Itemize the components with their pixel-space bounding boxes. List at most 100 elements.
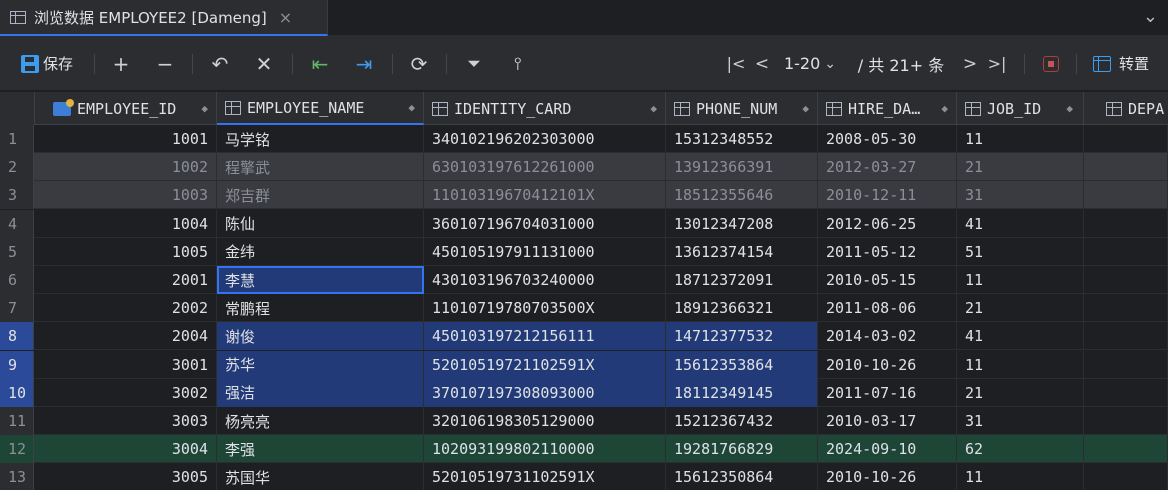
job-id-cell[interactable]: 31 bbox=[957, 181, 1084, 210]
phone-num-cell[interactable]: 13612374154 bbox=[666, 237, 818, 266]
phone-num-cell[interactable]: 13912366391 bbox=[666, 153, 818, 182]
hire-date-cell[interactable]: 2010-03-17 bbox=[818, 407, 957, 435]
table-row[interactable]: 13 3005 苏国华 52010519731102591X 15612350864 20… bbox=[0, 463, 1168, 490]
row-number[interactable]: 2 bbox=[0, 153, 34, 182]
hire-date-cell[interactable]: 2010-05-15 bbox=[818, 266, 957, 294]
row-number[interactable]: 5 bbox=[0, 237, 34, 266]
table-row[interactable]: 2 1002 程擎武 630103197612261000 13912366391 201… bbox=[0, 153, 1168, 182]
employee-id-cell[interactable]: 3001 bbox=[35, 350, 217, 379]
employee-id-cell[interactable]: 3003 bbox=[35, 407, 217, 435]
job-id-cell[interactable]: 31 bbox=[957, 407, 1084, 435]
first-page-button[interactable]: |< bbox=[726, 36, 746, 91]
job-id-cell[interactable]: 11 bbox=[957, 125, 1084, 153]
row-number[interactable]: 12 bbox=[0, 435, 34, 464]
employee-name-cell[interactable]: 金纬 bbox=[217, 237, 424, 266]
column-header-employee-name[interactable]: EMPLOYEE_NAME ◆ bbox=[217, 92, 424, 125]
phone-num-cell[interactable]: 18912366321 bbox=[666, 294, 818, 323]
identity-card-cell[interactable]: 11010719780703500X bbox=[424, 294, 666, 323]
employee-id-cell[interactable]: 3005 bbox=[35, 463, 217, 490]
filter-columns-button[interactable]: ⫯ bbox=[504, 36, 532, 91]
job-id-cell[interactable]: 41 bbox=[957, 209, 1084, 238]
total-count[interactable]: / 共 21+ 条 bbox=[856, 36, 946, 91]
department-cell[interactable] bbox=[1084, 181, 1168, 210]
job-id-cell[interactable]: 51 bbox=[957, 237, 1084, 266]
row-number[interactable]: 10 bbox=[0, 378, 34, 407]
department-cell[interactable] bbox=[1084, 294, 1168, 323]
hire-date-cell[interactable]: 2008-05-30 bbox=[818, 125, 957, 153]
employee-id-cell[interactable]: 2004 bbox=[35, 322, 217, 351]
employee-id-cell[interactable]: 1003 bbox=[35, 181, 217, 210]
stop-button[interactable] bbox=[1040, 36, 1062, 91]
employee-id-cell[interactable]: 1005 bbox=[35, 237, 217, 266]
department-cell[interactable] bbox=[1084, 266, 1168, 294]
sort-icon[interactable]: ◆ bbox=[650, 103, 657, 114]
phone-num-cell[interactable]: 18712372091 bbox=[666, 266, 818, 294]
column-header-phone-num[interactable]: PHONE_NUM ◆ bbox=[666, 92, 818, 125]
table-row[interactable]: 8 2004 谢俊 450103197212156111 14712377532 2014… bbox=[0, 322, 1168, 351]
row-number[interactable]: 8 bbox=[0, 322, 34, 351]
phone-num-cell[interactable]: 18512355646 bbox=[666, 181, 818, 210]
column-header-employee-id[interactable]: EMPLOYEE_ID ◆ bbox=[35, 92, 217, 125]
department-cell[interactable] bbox=[1084, 407, 1168, 435]
employee-name-cell[interactable]: 李强 bbox=[217, 435, 424, 464]
employee-name-cell[interactable]: 杨亮亮 bbox=[217, 407, 424, 435]
job-id-cell[interactable]: 11 bbox=[957, 463, 1084, 490]
employee-name-cell[interactable]: 常鹏程 bbox=[217, 294, 424, 323]
table-row[interactable]: 5 1005 金纬 450105197911131000 13612374154 2011… bbox=[0, 237, 1168, 266]
hire-date-cell[interactable]: 2024-09-10 bbox=[818, 435, 957, 464]
phone-num-cell[interactable]: 18112349145 bbox=[666, 378, 818, 407]
table-row[interactable]: 10 3002 强洁 370107197308093000 18112349145 201… bbox=[0, 378, 1168, 407]
delete-row-button[interactable]: − bbox=[152, 36, 178, 91]
hire-date-cell[interactable]: 2010-12-11 bbox=[818, 181, 957, 210]
identity-card-cell[interactable]: 102093199802110000 bbox=[424, 435, 666, 464]
hire-date-cell[interactable]: 2012-03-27 bbox=[818, 153, 957, 182]
sort-icon[interactable]: ◆ bbox=[408, 102, 415, 113]
chevron-down-icon[interactable]: ⌄ bbox=[1143, 6, 1158, 27]
phone-num-cell[interactable]: 15612353864 bbox=[666, 350, 818, 379]
employee-id-cell[interactable]: 2001 bbox=[35, 266, 217, 294]
last-page-button[interactable]: >| bbox=[986, 36, 1008, 91]
identity-card-cell[interactable]: 370107197308093000 bbox=[424, 378, 666, 407]
table-row[interactable]: 9 3001 苏华 52010519721102591X 15612353864 2010… bbox=[0, 350, 1168, 379]
identity-card-cell[interactable]: 52010519721102591X bbox=[424, 350, 666, 379]
employee-id-cell[interactable]: 3002 bbox=[35, 378, 217, 407]
cancel-changes-button[interactable]: ✕ bbox=[251, 36, 277, 91]
export-button[interactable]: ⇥ bbox=[350, 36, 378, 91]
employee-name-cell[interactable]: 陈仙 bbox=[217, 209, 424, 238]
column-header-department[interactable]: DEPA bbox=[1084, 92, 1168, 125]
table-row[interactable]: 7 2002 常鹏程 11010719780703500X 18912366321 201… bbox=[0, 294, 1168, 323]
employee-name-cell[interactable]: 苏华 bbox=[217, 350, 424, 379]
column-header-identity-card[interactable]: IDENTITY_CARD ◆ bbox=[424, 92, 666, 125]
sort-icon[interactable]: ◆ bbox=[802, 103, 809, 114]
add-row-button[interactable]: + bbox=[108, 36, 134, 91]
employee-name-cell[interactable]: 强洁 bbox=[217, 378, 424, 407]
close-icon[interactable]: × bbox=[279, 8, 292, 27]
identity-card-cell[interactable]: 320106198305129000 bbox=[424, 407, 666, 435]
column-header-job-id[interactable]: JOB_ID ◆ bbox=[957, 92, 1084, 125]
department-cell[interactable] bbox=[1084, 435, 1168, 464]
department-cell[interactable] bbox=[1084, 378, 1168, 407]
sort-icon[interactable]: ◆ bbox=[941, 103, 948, 114]
identity-card-cell[interactable]: 450105197911131000 bbox=[424, 237, 666, 266]
refresh-button[interactable]: ⟳ bbox=[405, 36, 433, 91]
table-row[interactable]: 4 1004 陈仙 360107196704031000 13012347208 2012… bbox=[0, 209, 1168, 238]
identity-card-cell[interactable]: 430103196703240000 bbox=[424, 266, 666, 294]
job-id-cell[interactable]: 41 bbox=[957, 322, 1084, 351]
filter-button[interactable]: ⏷ bbox=[460, 36, 488, 91]
sort-icon[interactable]: ◆ bbox=[201, 103, 208, 114]
sort-icon[interactable]: ◆ bbox=[1066, 103, 1073, 114]
row-number[interactable]: 13 bbox=[0, 463, 34, 490]
import-button[interactable]: ⇤ bbox=[306, 36, 334, 91]
row-number[interactable]: 1 bbox=[0, 125, 34, 153]
identity-card-cell[interactable]: 360107196704031000 bbox=[424, 209, 666, 238]
employee-name-cell[interactable]: 马学铭 bbox=[217, 125, 424, 153]
phone-num-cell[interactable]: 13012347208 bbox=[666, 209, 818, 238]
identity-card-cell[interactable]: 11010319670412101X bbox=[424, 181, 666, 210]
tab-employee2[interactable]: 浏览数据 EMPLOYEE2 [Dameng] × bbox=[0, 0, 328, 36]
phone-num-cell[interactable]: 19281766829 bbox=[666, 435, 818, 464]
row-number[interactable]: 4 bbox=[0, 209, 34, 238]
hire-date-cell[interactable]: 2011-05-12 bbox=[818, 237, 957, 266]
job-id-cell[interactable]: 21 bbox=[957, 153, 1084, 182]
job-id-cell[interactable]: 11 bbox=[957, 266, 1084, 294]
identity-card-cell[interactable]: 52010519731102591X bbox=[424, 463, 666, 490]
